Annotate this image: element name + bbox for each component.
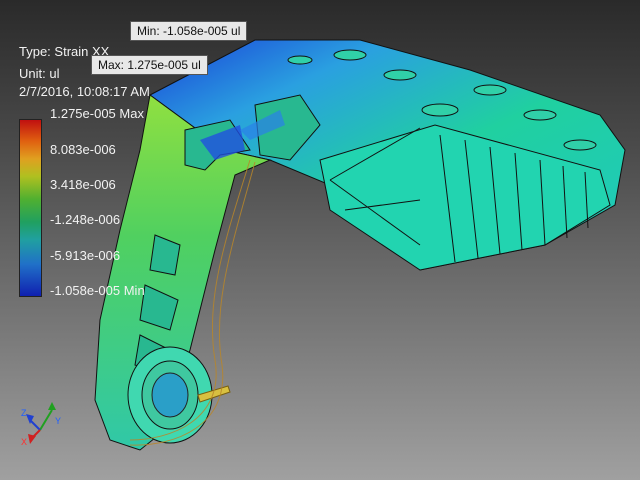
timestamp-label: 2/7/2016, 10:08:17 AM <box>19 84 150 99</box>
scale-label-max: 1.275e-005 Max <box>50 106 144 121</box>
triad-x-label: X <box>21 437 27 447</box>
max-probe-label[interactable]: Max: 1.275e-005 ul <box>91 55 208 75</box>
scale-label-min: -1.058e-005 Min <box>50 283 145 298</box>
scale-label-5: -5.913e-006 <box>50 248 121 263</box>
scale-label-4: -1.248e-006 <box>50 212 121 227</box>
scale-label-2: 8.083e-006 <box>50 142 116 157</box>
scale-label-3: 3.418e-006 <box>50 177 116 192</box>
color-scale-bar[interactable] <box>19 119 42 297</box>
view-triad[interactable]: Y Z X <box>18 398 68 448</box>
min-probe-label[interactable]: Min: -1.058e-005 ul <box>130 21 248 41</box>
triad-y-label: Y <box>55 416 61 426</box>
unit-label: Unit: ul <box>19 66 60 81</box>
3d-viewport[interactable]: Type: Strain XX Unit: ul 2/7/2016, 10:08… <box>0 0 640 480</box>
triad-z-label: Z <box>21 408 27 418</box>
